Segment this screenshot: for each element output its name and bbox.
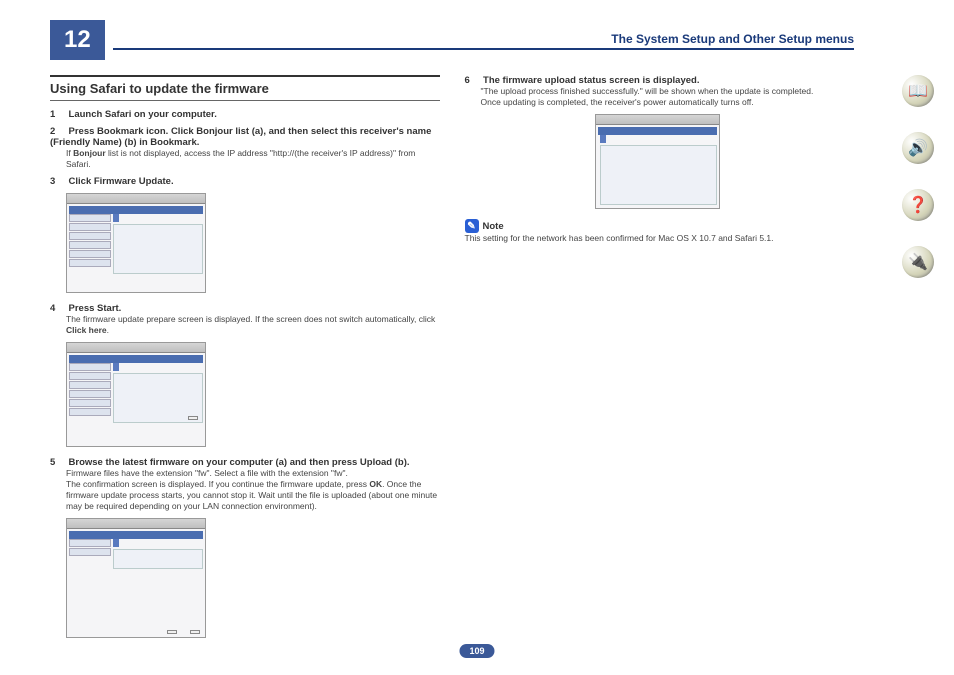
step-3: 3 Click Firmware Update.: [50, 176, 440, 187]
page-header: 12 The System Setup and Other Setup menu…: [50, 20, 854, 60]
text: The firmware update prepare screen is di…: [66, 314, 435, 324]
text: list is not displayed, access the IP add…: [66, 148, 415, 169]
content-columns: Using Safari to update the firmware 1 La…: [50, 75, 854, 648]
book-icon[interactable]: 📖: [902, 75, 934, 107]
step-text: Click Firmware Update.: [69, 176, 174, 187]
note-header: ✎ Note: [465, 219, 855, 233]
step-text: Browse the latest firmware on your compu…: [69, 457, 410, 468]
bonjour-word: Bonjour: [73, 148, 106, 158]
step-text: Press Bookmark icon. Click Bonjour list …: [50, 126, 431, 148]
step-body: If Bonjour list is not displayed, access…: [66, 148, 440, 170]
right-column: 6 The firmware upload status screen is d…: [465, 75, 855, 648]
step-4: 4 Press Start. The firmware update prepa…: [50, 303, 440, 336]
note-icon: ✎: [465, 219, 479, 233]
step-text: Launch Safari on your computer.: [69, 109, 217, 120]
left-column: Using Safari to update the firmware 1 La…: [50, 75, 440, 648]
note-label: Note: [483, 221, 504, 232]
screenshot-upload: [66, 518, 206, 638]
step-2: 2 Press Bookmark icon. Click Bonjour lis…: [50, 126, 440, 170]
screenshot-start: [66, 342, 206, 447]
step-body: The firmware update prepare screen is di…: [66, 314, 440, 336]
text-line: Firmware files have the extension "fw". …: [66, 468, 440, 479]
step-6: 6 The firmware upload status screen is d…: [465, 75, 855, 108]
note-body: This setting for the network has been co…: [465, 233, 855, 244]
step-5: 5 Browse the latest firmware on your com…: [50, 457, 440, 512]
page-number: 109: [459, 644, 494, 658]
step-number: 5: [50, 457, 66, 468]
network-icon[interactable]: 🔌: [902, 246, 934, 278]
step-body: Firmware files have the extension "fw". …: [66, 468, 440, 512]
manual-page: 12 The System Setup and Other Setup menu…: [0, 0, 954, 668]
text-line: Once updating is completed, the receiver…: [481, 97, 855, 108]
text: The confirmation screen is displayed. If…: [66, 479, 369, 489]
step-text: Press Start.: [69, 303, 122, 314]
quote-text: "The upload process finished successfull…: [481, 86, 643, 96]
chapter-number: 12: [50, 20, 105, 60]
step-text: The firmware upload status screen is dis…: [483, 75, 699, 86]
step-number: 3: [50, 176, 66, 187]
step-number: 2: [50, 126, 66, 137]
text-line: The confirmation screen is displayed. If…: [66, 479, 440, 512]
ok-word: OK: [369, 479, 382, 489]
step-number: 4: [50, 303, 66, 314]
step-number: 1: [50, 109, 66, 120]
help-icon[interactable]: ❓: [902, 189, 934, 221]
step-number: 6: [465, 75, 481, 86]
text: .: [107, 325, 109, 335]
step-1: 1 Launch Safari on your computer.: [50, 109, 440, 120]
click-here-text: Click here: [66, 325, 107, 335]
screenshot-status: [595, 114, 720, 209]
header-title: The System Setup and Other Setup menus: [113, 20, 854, 50]
speakers-icon[interactable]: 🔊: [902, 132, 934, 164]
screenshot-firmware-menu: [66, 193, 206, 293]
side-nav-icons: 📖 🔊 ❓ 🔌: [902, 75, 934, 278]
text: will be shown when the update is complet…: [643, 86, 814, 96]
section-title: Using Safari to update the firmware: [50, 75, 440, 101]
step-body: "The upload process finished successfull…: [481, 86, 855, 108]
